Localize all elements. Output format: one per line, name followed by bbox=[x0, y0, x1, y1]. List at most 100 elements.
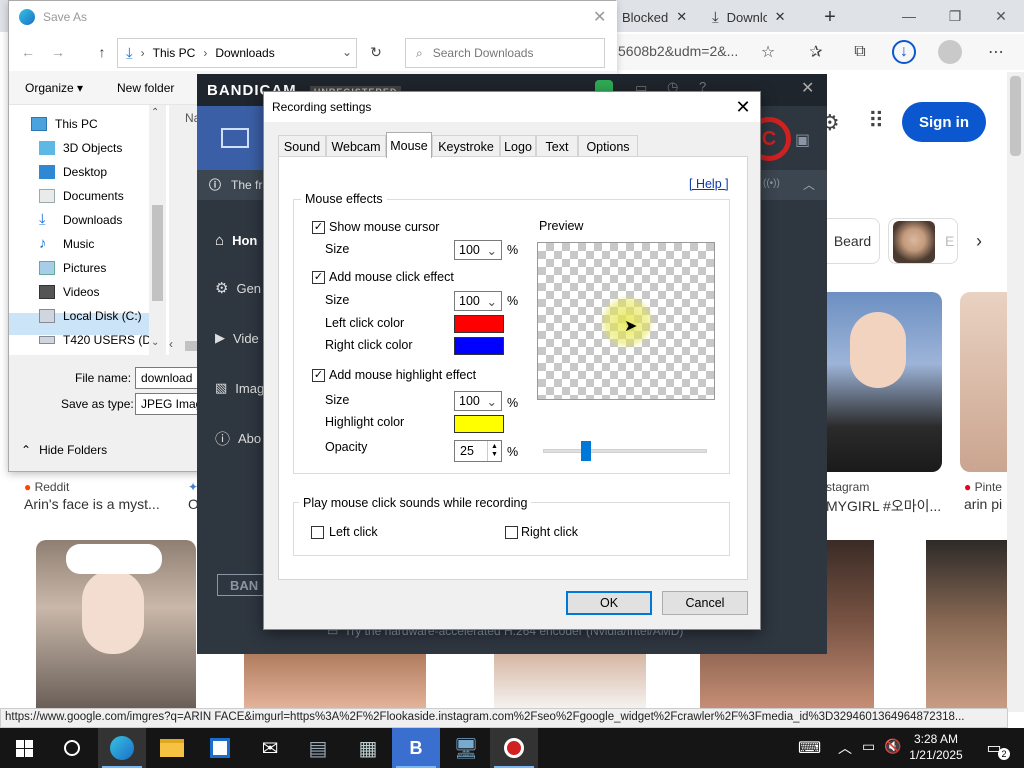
result-image[interactable] bbox=[826, 292, 942, 472]
file-name-field[interactable]: download bbox=[135, 367, 203, 389]
right-click-sound-checkbox[interactable] bbox=[505, 526, 518, 539]
chevron-right-icon[interactable]: › bbox=[966, 226, 992, 256]
tree-item-documents[interactable]: Documents bbox=[39, 185, 124, 207]
page-scrollbar[interactable] bbox=[1007, 72, 1024, 712]
speaker-muted-icon[interactable]: 🔇 bbox=[884, 738, 901, 755]
opacity-value[interactable]: 25 bbox=[455, 441, 487, 461]
highlight-effect-checkbox[interactable]: ✓ bbox=[312, 369, 325, 382]
favorites-icon[interactable]: ✰ bbox=[804, 40, 828, 64]
tree-item-desktop[interactable]: Desktop bbox=[39, 161, 107, 183]
chevron-up-icon[interactable]: ︿ bbox=[838, 738, 852, 758]
cancel-button[interactable]: Cancel bbox=[662, 591, 748, 615]
taskbar-store[interactable] bbox=[196, 728, 244, 768]
tree-item-local-disk[interactable]: Local Disk (C:) bbox=[39, 305, 142, 327]
result-caption[interactable]: ● Pinte arin pi bbox=[964, 480, 1008, 512]
close-tab-icon[interactable]: ✕ bbox=[775, 9, 786, 25]
taskbar-network-app[interactable]: 🖥 bbox=[442, 728, 490, 768]
highlight-slider-thumb[interactable] bbox=[580, 441, 591, 461]
taskbar-file-explorer[interactable] bbox=[148, 728, 196, 768]
address-text[interactable]: 5608b2&udm=2&... bbox=[618, 43, 738, 59]
scroll-down-icon[interactable]: ⌄ bbox=[151, 337, 159, 348]
new-folder-button[interactable]: New folder bbox=[117, 81, 174, 95]
bc-nav-video[interactable]: ▶ Vide bbox=[215, 326, 259, 350]
tree-item-t420-users[interactable]: T420 USERS (D:) bbox=[39, 329, 158, 351]
spin-up-icon[interactable]: ▲ bbox=[491, 443, 498, 451]
highlight-size-select[interactable]: 100 ⌄ bbox=[454, 391, 502, 411]
tree-item-this-pc[interactable]: This PC bbox=[31, 113, 98, 135]
refresh-icon[interactable]: ↻ bbox=[365, 41, 387, 63]
up-arrow-icon[interactable]: ↑ bbox=[91, 41, 113, 63]
result-caption[interactable]: ● Reddit Arin's face is a myst... bbox=[24, 480, 194, 512]
tree-item-3d-objects[interactable]: 3D Objects bbox=[39, 137, 122, 159]
profile-avatar[interactable] bbox=[938, 40, 962, 64]
spinner-arrows[interactable]: ▲ ▼ bbox=[487, 441, 501, 461]
apps-grid-icon[interactable]: ⠿ bbox=[868, 108, 884, 134]
ok-button[interactable]: OK bbox=[566, 591, 652, 615]
cursor-size-select[interactable]: 100 ⌄ bbox=[454, 240, 502, 260]
back-arrow-icon[interactable]: ← bbox=[17, 41, 39, 63]
downloads-icon[interactable]: ↓ bbox=[892, 40, 916, 64]
tab-sound[interactable]: Sound bbox=[278, 135, 326, 157]
bc-nav-home[interactable]: ⌂ Hon bbox=[215, 228, 257, 252]
tree-item-downloads[interactable]: ⤓ Downloads bbox=[39, 209, 122, 231]
close-window-button[interactable]: ✕ bbox=[978, 0, 1024, 32]
tab-mouse[interactable]: Mouse bbox=[386, 132, 432, 158]
taskbar-app[interactable]: ▤ bbox=[294, 728, 342, 768]
taskbar-app-2[interactable]: ▦ bbox=[344, 728, 392, 768]
collections-icon[interactable]: ⧉ bbox=[848, 40, 872, 64]
bc-nav-about[interactable]: ⓘ Abo bbox=[215, 426, 261, 450]
collapse-icon[interactable]: ︿ bbox=[803, 176, 815, 193]
show-cursor-checkbox[interactable]: ✓ bbox=[312, 221, 325, 234]
forward-arrow-icon[interactable]: → bbox=[47, 41, 69, 63]
click-size-select[interactable]: 100 ⌄ bbox=[454, 291, 502, 311]
organize-button[interactable]: Organize ▾ bbox=[25, 81, 83, 95]
browser-tab-download[interactable]: ⤓ Downlo ✕ bbox=[712, 4, 812, 30]
right-click-color-swatch[interactable] bbox=[454, 337, 504, 355]
bc-nav-image[interactable]: ▧ Imag bbox=[215, 376, 264, 400]
opacity-spinner[interactable]: 25 ▲ ▼ bbox=[454, 440, 502, 462]
tree-item-music[interactable]: ♪ Music bbox=[39, 233, 94, 255]
spin-down-icon[interactable]: ▼ bbox=[491, 451, 498, 459]
tree-scrollbar[interactable]: ⌃ ⌄ bbox=[149, 105, 166, 355]
taskbar-bandicam-b[interactable]: B bbox=[392, 728, 440, 768]
tree-item-pictures[interactable]: Pictures bbox=[39, 257, 106, 279]
page-scrollbar-thumb[interactable] bbox=[1010, 76, 1021, 156]
result-image[interactable] bbox=[926, 540, 1008, 708]
sign-in-button[interactable]: Sign in bbox=[902, 102, 986, 142]
tab-text[interactable]: Text bbox=[536, 135, 578, 157]
close-tab-icon[interactable]: ✕ bbox=[676, 9, 687, 25]
camera-icon[interactable]: ▣ bbox=[795, 130, 810, 150]
breadcrumb-this-pc[interactable]: This PC bbox=[153, 46, 196, 60]
browser-tab-blocked[interactable]: Blocked ✕ bbox=[622, 4, 706, 30]
tab-webcam[interactable]: Webcam bbox=[326, 135, 386, 157]
screen-mode-button[interactable] bbox=[197, 106, 273, 170]
start-button[interactable] bbox=[0, 728, 48, 768]
search-input[interactable]: ⌕ Search Downloads bbox=[405, 38, 605, 68]
taskbar-clock[interactable]: 3:28 AM 1/21/2025 bbox=[906, 731, 966, 763]
breadcrumb[interactable]: ⤓ › This PC › Downloads ⌄ bbox=[117, 38, 357, 68]
search-button[interactable] bbox=[48, 728, 96, 768]
scroll-left-icon[interactable]: ‹ bbox=[169, 337, 173, 351]
highlight-slider-track[interactable] bbox=[543, 449, 707, 453]
help-link[interactable]: [ Help ] bbox=[689, 177, 729, 191]
filter-chip-face[interactable]: E bbox=[888, 218, 958, 264]
left-click-color-swatch[interactable] bbox=[454, 315, 504, 333]
close-icon[interactable]: ✕ bbox=[801, 78, 814, 98]
result-image[interactable] bbox=[960, 292, 1008, 472]
restore-button[interactable]: ❐ bbox=[932, 0, 978, 32]
chevron-down-icon[interactable]: ⌄ bbox=[342, 45, 352, 59]
new-tab-button[interactable]: + bbox=[818, 4, 842, 30]
tab-logo[interactable]: Logo bbox=[500, 135, 536, 157]
hide-folders-button[interactable]: ⌃ Hide Folders bbox=[21, 443, 107, 457]
result-image[interactable] bbox=[244, 654, 426, 708]
tab-options[interactable]: Options bbox=[578, 135, 638, 157]
tree-item-videos[interactable]: Videos bbox=[39, 281, 99, 303]
filter-chip-beard[interactable]: Beard bbox=[826, 218, 880, 264]
save-type-select[interactable]: JPEG Image bbox=[135, 393, 203, 415]
tree-scroll-thumb[interactable] bbox=[152, 205, 163, 301]
more-menu-icon[interactable]: ⋯ bbox=[984, 40, 1008, 64]
network-icon[interactable]: ▭ bbox=[862, 738, 875, 755]
click-effect-checkbox[interactable]: ✓ bbox=[312, 271, 325, 284]
breadcrumb-downloads[interactable]: Downloads bbox=[215, 46, 274, 60]
highlight-color-swatch[interactable] bbox=[454, 415, 504, 433]
